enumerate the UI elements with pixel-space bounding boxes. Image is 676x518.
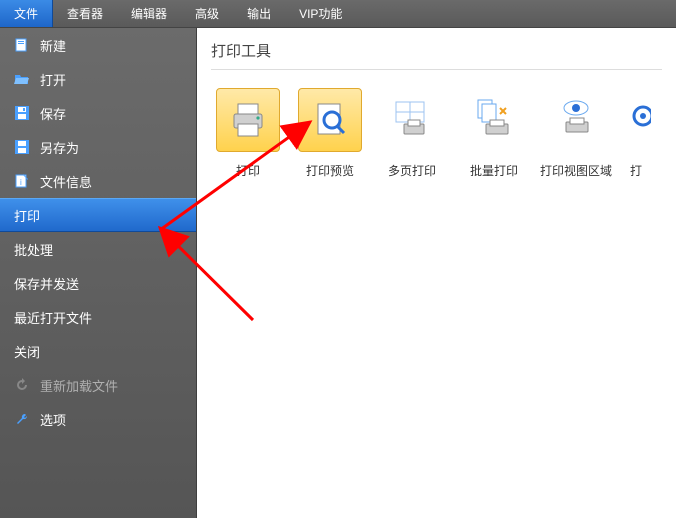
tool-label: 批量打印 <box>470 164 518 178</box>
tool-print-view-area[interactable]: 打印视图区域 <box>539 88 613 178</box>
sidebar-item-label: 另存为 <box>40 138 79 157</box>
sidebar-item-close[interactable]: 关闭 <box>0 334 196 368</box>
sidebar-item-label: 选项 <box>40 410 66 429</box>
tool-label: 打印 <box>236 164 260 178</box>
sidebar-item-options[interactable]: 选项 <box>0 402 196 436</box>
sidebar-item-recent[interactable]: 最近打开文件 <box>0 300 196 334</box>
menu-tab-viewer[interactable]: 查看器 <box>53 0 117 27</box>
print-tools-row: 打印 打印预览 多页打印 <box>211 88 662 178</box>
menu-label: VIP功能 <box>299 5 342 22</box>
tool-label: 打 <box>630 164 642 178</box>
menu-label: 编辑器 <box>131 5 167 22</box>
sidebar-item-new[interactable]: 新建 <box>0 28 196 62</box>
tool-tile <box>298 88 362 152</box>
batch-print-icon <box>472 98 516 142</box>
sidebar-item-file-info[interactable]: i 文件信息 <box>0 164 196 198</box>
sidebar-item-label: 打开 <box>40 70 66 89</box>
tool-label: 打印视图区域 <box>540 164 612 178</box>
sidebar-item-reload: 重新加载文件 <box>0 368 196 402</box>
menu-tab-advanced[interactable]: 高级 <box>181 0 233 27</box>
reload-icon <box>14 377 30 393</box>
sidebar-item-label: 批处理 <box>14 240 53 259</box>
tool-partial[interactable]: 打 <box>621 88 651 178</box>
save-as-icon <box>14 139 30 155</box>
sidebar-item-label: 最近打开文件 <box>14 308 92 327</box>
sidebar-item-label: 文件信息 <box>40 172 92 191</box>
tool-tile <box>216 88 280 152</box>
tool-tile <box>621 88 651 152</box>
sidebar-item-label: 重新加载文件 <box>40 376 118 395</box>
svg-text:i: i <box>20 178 22 187</box>
save-icon <box>14 105 30 121</box>
print-tools-panel: 打印工具 打印 打印预览 <box>197 28 676 518</box>
tool-multipage-print[interactable]: 多页打印 <box>375 88 449 178</box>
menu-tab-editor[interactable]: 编辑器 <box>117 0 181 27</box>
menu-label: 文件 <box>14 5 38 22</box>
print-view-area-icon <box>554 98 598 142</box>
tool-print[interactable]: 打印 <box>211 88 285 178</box>
tool-tile <box>462 88 526 152</box>
file-menu-sidebar: 新建 打开 保存 另存为 i 文件信息 打印 批处理 保存并发送 最近打开文件 <box>0 28 197 518</box>
file-info-icon: i <box>14 173 30 189</box>
sidebar-item-label: 保存并发送 <box>14 274 79 293</box>
print-preview-icon <box>310 100 350 140</box>
wrench-icon <box>14 411 30 427</box>
menu-tab-output[interactable]: 输出 <box>233 0 285 27</box>
sidebar-item-label: 打印 <box>14 206 40 225</box>
menu-bar: 文件 查看器 编辑器 高级 输出 VIP功能 <box>0 0 676 28</box>
menu-tab-file[interactable]: 文件 <box>0 0 53 27</box>
sidebar-item-save-as[interactable]: 另存为 <box>0 130 196 164</box>
file-new-icon <box>14 37 30 53</box>
menu-label: 高级 <box>195 5 219 22</box>
menu-label: 输出 <box>247 5 271 22</box>
tool-label: 打印预览 <box>306 164 354 178</box>
sidebar-item-print[interactable]: 打印 <box>0 198 196 232</box>
sidebar-item-save[interactable]: 保存 <box>0 96 196 130</box>
tool-print-preview[interactable]: 打印预览 <box>293 88 367 178</box>
tool-label: 多页打印 <box>388 164 436 178</box>
tool-tile <box>544 88 608 152</box>
tool-tile <box>380 88 444 152</box>
section-title: 打印工具 <box>211 40 662 70</box>
printer-icon <box>228 100 268 140</box>
sidebar-item-label: 新建 <box>40 36 66 55</box>
menu-tab-vip[interactable]: VIP功能 <box>285 0 356 27</box>
sidebar-item-label: 关闭 <box>14 342 40 361</box>
sidebar-item-label: 保存 <box>40 104 66 123</box>
sidebar-item-open[interactable]: 打开 <box>0 62 196 96</box>
menu-label: 查看器 <box>67 5 103 22</box>
gear-icon <box>621 98 651 142</box>
sidebar-item-save-send[interactable]: 保存并发送 <box>0 266 196 300</box>
folder-open-icon <box>14 71 30 87</box>
sidebar-item-batch[interactable]: 批处理 <box>0 232 196 266</box>
multipage-icon <box>390 98 434 142</box>
tool-batch-print[interactable]: 批量打印 <box>457 88 531 178</box>
